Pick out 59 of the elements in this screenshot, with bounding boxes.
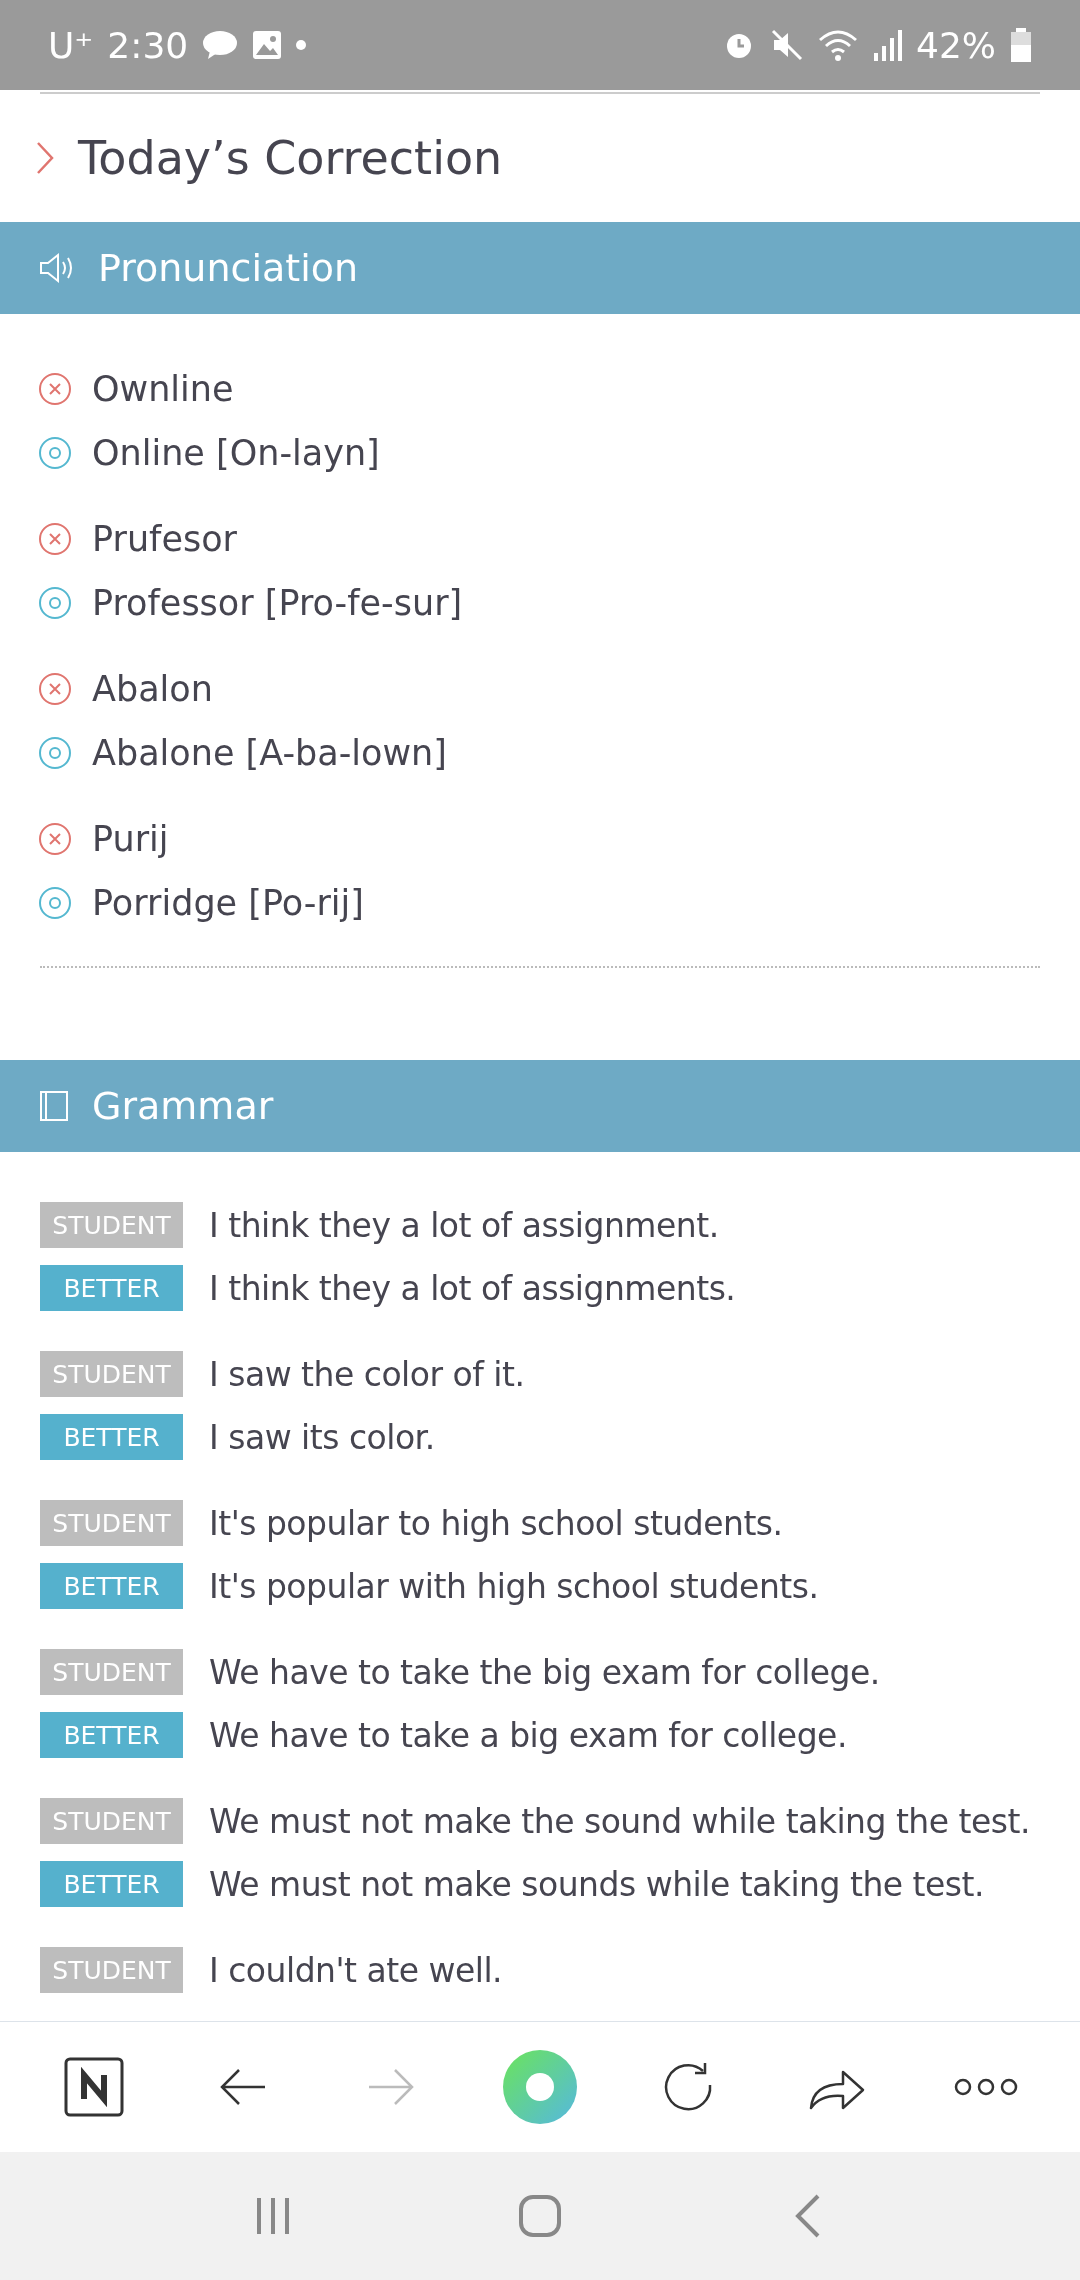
better-sentence: It's popular with high school students. [209, 1566, 819, 1606]
cross-circle-icon [38, 822, 72, 856]
student-badge: STUDENT [40, 1202, 183, 1248]
correct-pronunciation: Professor [Pro-fe-sur] [92, 583, 463, 623]
wrong-pronunciation: Purij [92, 819, 169, 859]
student-sentence: We have to take the big exam for college. [209, 1652, 880, 1692]
ring-icon [501, 2049, 578, 2125]
right-arrow-icon [367, 2067, 416, 2107]
correct-pronunciation: Online [On-layn] [92, 433, 380, 473]
cross-circle-icon [38, 522, 72, 556]
image-icon [252, 30, 283, 60]
circle-icon [38, 436, 72, 470]
better-sentence: I saw its color. [209, 1417, 435, 1457]
better-sentence: I think they a lot of assignments. [209, 1268, 736, 1308]
signal-icon [872, 29, 902, 61]
student-badge: STUDENT [40, 1947, 183, 1993]
n-logo-icon [64, 2057, 125, 2117]
wrong-pronunciation: Prufesor [92, 519, 237, 559]
better-sentence: We must not make sounds while taking the test. [209, 1864, 984, 1904]
cross-circle-icon [38, 372, 72, 406]
home-icon [518, 2194, 562, 2238]
better-badge: BETTER [40, 1265, 183, 1311]
better-badge: BETTER [40, 1712, 183, 1758]
student-badge: STUDENT [40, 1798, 183, 1844]
student-sentence: We must not make the sound while taking the test. [209, 1801, 1030, 1841]
better-sentence: We have to take a big exam for college. [209, 1715, 847, 1755]
student-badge: STUDENT [40, 1649, 183, 1695]
student-sentence: I saw the color of it. [209, 1354, 525, 1394]
wrong-pronunciation: Abalon [92, 669, 213, 709]
chevron-right-icon [36, 141, 54, 175]
carrier: U⁺ [48, 24, 94, 66]
circle-icon [38, 736, 72, 770]
student-sentence: It's popular to high school students. [209, 1503, 783, 1543]
cross-circle-icon [38, 672, 72, 706]
student-sentence: I think they a lot of assignment. [209, 1205, 719, 1245]
more-icon [953, 2077, 1018, 2097]
chat-bubble-icon [202, 29, 239, 61]
left-arrow-icon [218, 2067, 267, 2107]
battery-percent: 42% [916, 24, 996, 66]
correct-pronunciation: Abalone [A-ba-lown] [92, 733, 447, 773]
wrong-pronunciation: Ownline [92, 369, 234, 409]
section-title: Pronunciation [98, 246, 359, 290]
student-badge: STUDENT [40, 1500, 183, 1546]
page-title: Today’s Correction [78, 131, 503, 185]
circle-icon [38, 586, 72, 620]
student-sentence: I couldn't ate well. [209, 1950, 503, 1990]
student-badge: STUDENT [40, 1351, 183, 1397]
clock: 2:30 [107, 24, 189, 66]
better-badge: BETTER [40, 1861, 183, 1907]
section-title: Grammar [92, 1084, 274, 1128]
battery-icon [1010, 28, 1032, 62]
circle-icon [38, 886, 72, 920]
correct-pronunciation: Porridge [Po-rij] [92, 883, 364, 923]
better-badge: BETTER [40, 1563, 183, 1609]
book-icon [38, 1090, 70, 1122]
better-badge: BETTER [40, 1414, 183, 1460]
muted-speaker-icon [770, 28, 804, 62]
dot-icon [296, 40, 307, 50]
wifi-icon [818, 28, 858, 62]
